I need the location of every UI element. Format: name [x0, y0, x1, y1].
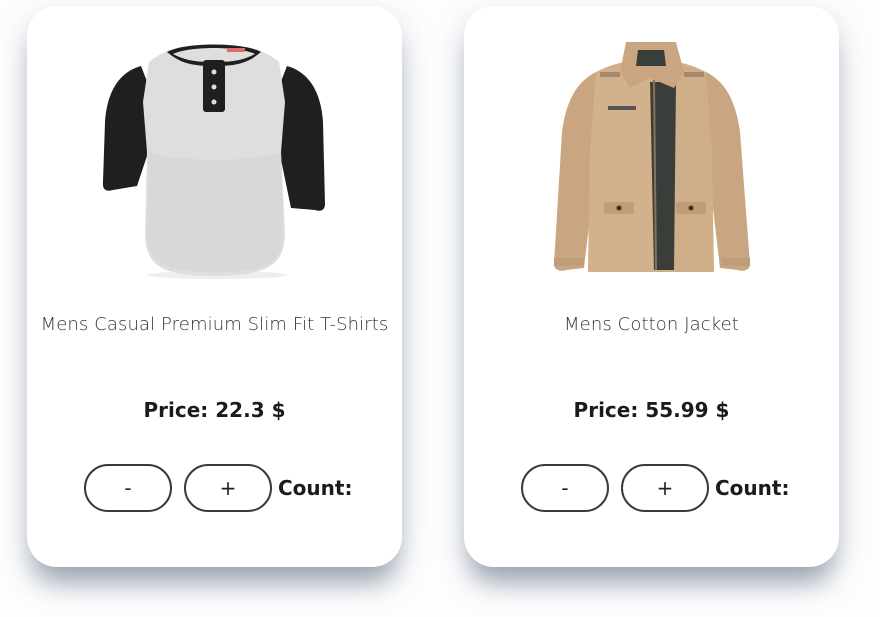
jacket-image	[554, 42, 750, 273]
product-card: Mens Casual Premium Slim Fit T-Shirts Pr…	[27, 6, 402, 567]
quantity-controls: - + Count:	[84, 463, 352, 513]
tshirt-image	[102, 44, 325, 279]
product-price: Price: 22.3 $	[143, 398, 286, 422]
count-label: Count:	[715, 476, 790, 500]
increment-button[interactable]: +	[621, 464, 709, 512]
product-name: Mens Cotton Jacket	[564, 314, 739, 335]
product-card: Mens Cotton Jacket Price: 55.99 $ - + Co…	[464, 6, 839, 567]
product-name: Mens Casual Premium Slim Fit T-Shirts	[40, 314, 389, 335]
decrement-button[interactable]: -	[84, 464, 172, 512]
decrement-button[interactable]: -	[521, 464, 609, 512]
product-grid: Mens Casual Premium Slim Fit T-Shirts Pr…	[0, 0, 880, 617]
count-label: Count:	[278, 476, 353, 500]
product-price: Price: 55.99 $	[573, 398, 730, 422]
increment-button[interactable]: +	[184, 464, 272, 512]
quantity-controls: - + Count:	[521, 463, 789, 513]
